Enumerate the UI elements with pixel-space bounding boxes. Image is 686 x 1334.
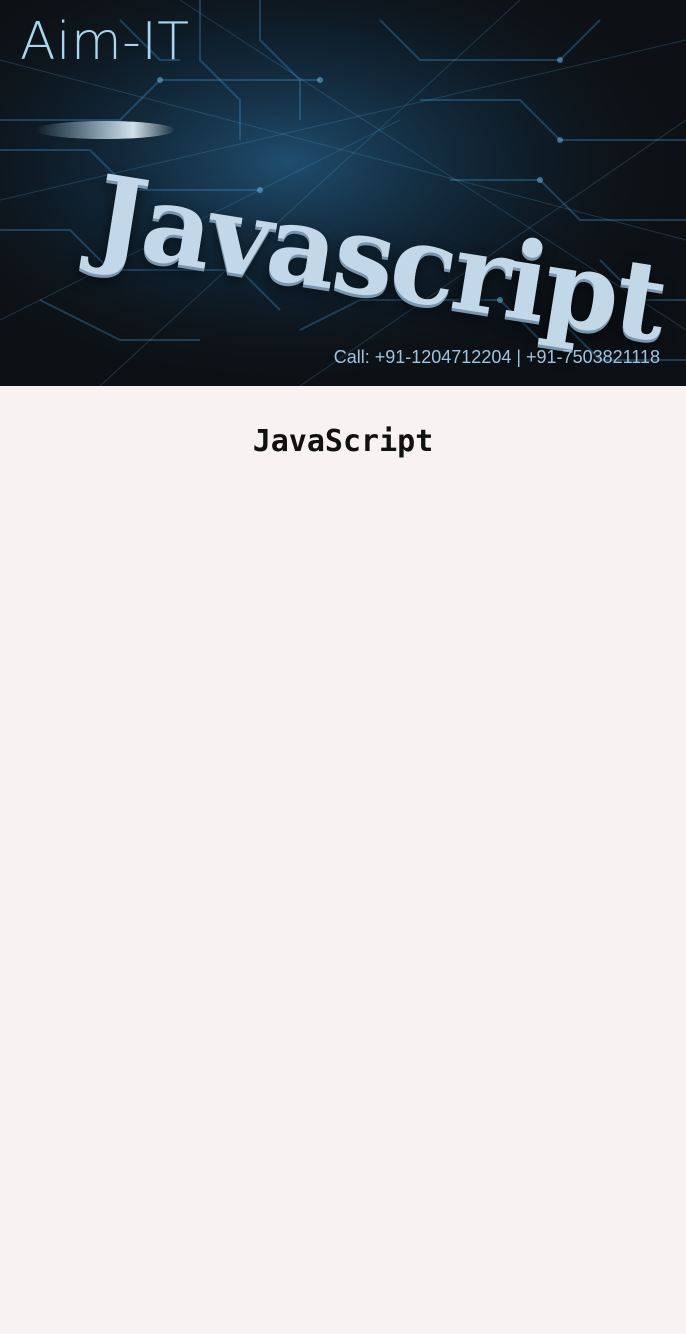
hero-banner: Aim-IT Javascript Call: +91-1204712204 |…	[0, 0, 686, 386]
brand-logo-text: Aim-IT	[20, 12, 190, 72]
page-title: JavaScript	[252, 424, 434, 460]
contact-phone-numbers: Call: +91-1204712204 | +91-7503821118	[333, 347, 660, 367]
